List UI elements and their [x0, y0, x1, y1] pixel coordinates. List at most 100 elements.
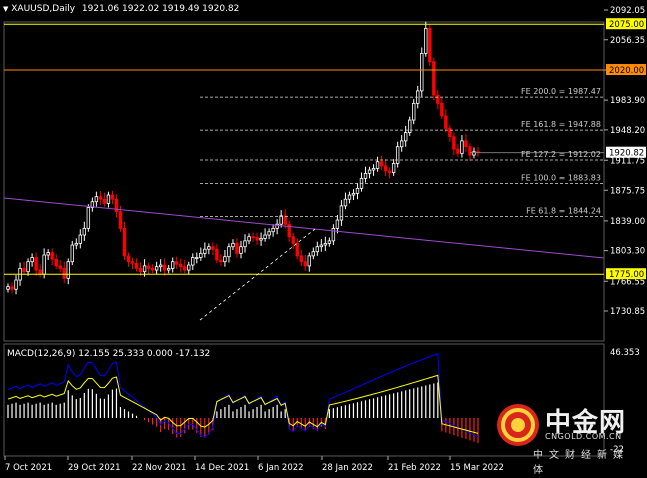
candle-body: [146, 265, 151, 269]
candle-body: [452, 136, 456, 150]
candle-body: [66, 261, 70, 279]
candle-body: [106, 194, 111, 204]
macd-main-line: [7, 352, 479, 438]
candle-body: [391, 162, 396, 173]
price-tick-label: 2056.35: [610, 36, 645, 46]
watermark-tagline: 中文财经新媒体: [533, 450, 629, 476]
candle-body: [175, 261, 179, 265]
candle-body: [460, 140, 464, 154]
candle-body: [70, 244, 74, 263]
coin-logo-icon: [497, 404, 539, 446]
trendline: [3, 197, 605, 259]
candle-body: [219, 259, 223, 263]
candle-body: [339, 205, 344, 221]
candle-body: [311, 251, 315, 257]
candle-body: [82, 227, 87, 236]
candle-body: [38, 269, 42, 275]
candle-body: [211, 246, 215, 250]
fib-level-label: FE 161.8 = 1947.88: [521, 120, 601, 129]
current-price-label: 1920.82: [609, 149, 644, 159]
candle-body: [231, 242, 235, 248]
price-tick-label: 1730.85: [610, 307, 645, 317]
candle-body: [251, 236, 255, 239]
candle-body: [371, 167, 376, 171]
level-label: 2075.00: [609, 20, 644, 30]
time-tick-label: 14 Dec 2021: [195, 463, 249, 473]
candle-body: [195, 257, 199, 259]
candle-body: [299, 255, 303, 263]
candle-body: [323, 242, 328, 246]
candle-body: [22, 267, 26, 273]
candle-body: [30, 257, 34, 263]
candle-body: [203, 248, 207, 254]
candle-body: [179, 263, 183, 268]
time-tick-label: 29 Oct 2021: [68, 463, 121, 473]
candle-body: [331, 227, 336, 242]
candle-body: [34, 257, 38, 271]
time-tick-label: 21 Feb 2022: [388, 463, 441, 473]
time-tick-label: 22 Nov 2021: [132, 463, 186, 473]
candle-body: [130, 261, 135, 264]
candle-body: [215, 248, 219, 261]
level-label: 2020.00: [609, 66, 644, 76]
dropdown-arrow-icon[interactable]: ▼: [3, 5, 8, 13]
time-axis: 7 Oct 2021 29 Oct 2021 22 Nov 2021 14 Dec 2…: [4, 456, 504, 473]
candle-body: [6, 286, 10, 290]
candle-body: [403, 132, 408, 142]
candle-body: [199, 252, 203, 258]
candle-body: [142, 265, 147, 273]
candle-body: [62, 267, 66, 279]
candle-body: [379, 161, 384, 167]
candle-body: [227, 246, 231, 258]
candles-layer: [6, 21, 480, 295]
candle-body: [86, 207, 91, 229]
candle-body: [283, 215, 287, 225]
candle-body: [187, 264, 191, 271]
candle-body: [259, 237, 263, 241]
candle-body: [428, 27, 432, 63]
watermark-logo: 中金网 CNGOLD.COM.CN 中文财经新媒体: [495, 402, 633, 476]
candle-body: [367, 169, 372, 174]
price-tick-label: 2092.05: [610, 6, 645, 16]
candle-body: [436, 94, 440, 104]
candle-body: [307, 255, 311, 267]
candle-body: [464, 140, 468, 148]
candle-body: [138, 267, 143, 273]
candle-body: [102, 198, 107, 204]
candle-body: [154, 266, 159, 271]
fib-level-label: FE 100.0 = 1883.83: [521, 174, 601, 183]
candle-body: [98, 196, 103, 200]
macd-signal-line: [7, 374, 479, 434]
candle-body: [291, 236, 295, 244]
candle-body: [343, 198, 348, 207]
candle-body: [42, 254, 46, 275]
candle-body: [468, 146, 472, 156]
candle-body: [271, 227, 275, 233]
level-label: 1775.00: [609, 270, 644, 280]
price-tick-label: 1983.90: [610, 96, 645, 106]
candle-body: [387, 170, 392, 173]
candle-body: [126, 255, 131, 263]
candle-body: [412, 102, 416, 121]
macd-axis-top: 46.353: [610, 348, 640, 358]
candle-body: [223, 256, 227, 263]
candle-body: [14, 279, 18, 290]
candle-body: [472, 151, 476, 156]
candle-body: [183, 266, 187, 271]
candle-body: [158, 264, 163, 268]
candle-body: [375, 161, 380, 169]
price-tick-label: 1803.30: [610, 247, 645, 257]
time-tick-label: 6 Jan 2022: [258, 463, 304, 473]
fib-level-label: FE 61.8 = 1844.24: [526, 207, 601, 216]
candle-body: [267, 231, 271, 236]
candle-body: [207, 246, 211, 250]
candle-body: [315, 246, 320, 253]
candle-body: [166, 267, 171, 271]
candle-body: [50, 252, 54, 260]
candle-body: [347, 194, 352, 200]
candle-body: [118, 211, 123, 229]
price-tick-label: 1839.00: [610, 217, 645, 227]
time-tick-label: 7 Oct 2021: [5, 463, 52, 473]
candle-body: [351, 192, 356, 196]
watermark-subtitle: CNGOLD.COM.CN: [545, 432, 622, 441]
